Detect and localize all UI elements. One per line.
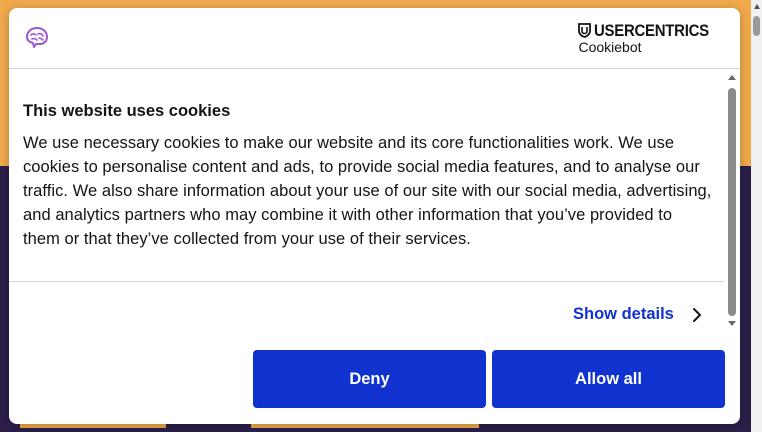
dialog-body-text: We use necessary cookies to make our web… [23,134,712,248]
brain-icon [26,27,48,48]
show-details-label: Show details [573,305,674,323]
show-details-link[interactable]: Show details [573,305,704,324]
page-scrollbar[interactable] [751,0,762,432]
allow-all-button[interactable]: Allow all [492,350,725,408]
page-scroll-up-arrow-icon[interactable] [754,4,760,9]
dialog-title: This website uses cookies [23,102,231,120]
scroll-up-arrow-icon[interactable] [728,75,736,80]
divider [9,281,724,282]
page-scrollbar-thumb[interactable] [753,16,760,36]
cookie-consent-dialog: USERCENTRICS Cookiebot This website uses… [9,8,740,424]
dialog-content: This website uses cookies We use necessa… [23,100,713,251]
content-scrollbar-thumb[interactable] [728,88,736,316]
brand-name: USERCENTRICS [594,21,710,40]
deny-button[interactable]: Deny [253,350,486,408]
chevron-right-icon [692,307,701,322]
content-scrollbar[interactable] [725,72,739,332]
brand-product: Cookiebot [578,39,642,55]
shield-icon [578,23,592,38]
usercentrics-logo: USERCENTRICS Cookiebot [578,22,725,55]
dialog-header: USERCENTRICS Cookiebot [9,8,740,69]
scroll-down-arrow-icon[interactable] [728,321,736,326]
